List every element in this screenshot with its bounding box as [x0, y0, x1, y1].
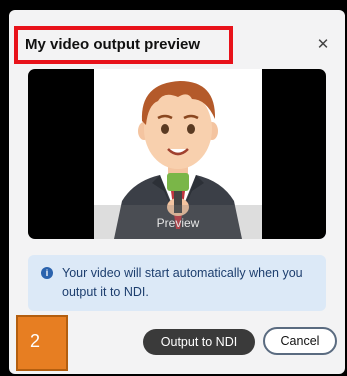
preview-label: Preview — [156, 216, 200, 230]
cancel-button[interactable]: Cancel — [263, 327, 337, 355]
preview-frame: Preview — [94, 69, 262, 239]
video-preview: Preview — [28, 69, 326, 239]
close-button[interactable]: ✕ — [313, 34, 333, 54]
info-message: Your video will start automatically when… — [62, 266, 303, 299]
title-highlight-box — [14, 26, 233, 64]
close-icon: ✕ — [316, 35, 330, 53]
step-number-badge: 2 — [16, 315, 68, 371]
output-to-ndi-button[interactable]: Output to NDI — [143, 329, 255, 355]
step-number: 2 — [30, 331, 41, 351]
info-banner: i Your video will start automatically wh… — [28, 255, 326, 311]
info-icon: i — [41, 267, 53, 279]
